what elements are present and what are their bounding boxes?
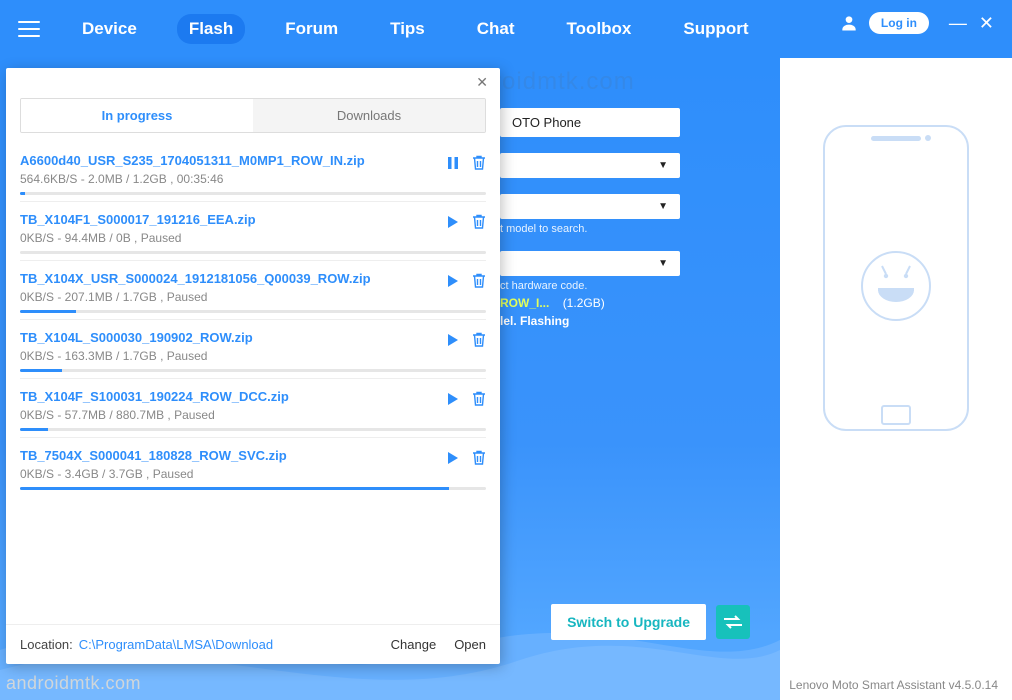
close-icon[interactable]: ✕ [472, 72, 492, 93]
download-status: 0KB/S - 94.4MB / 0B , Paused [20, 231, 486, 245]
download-progress-bar [20, 310, 486, 313]
download-item: TB_X104X_USR_S000024_1912181056_Q00039_R… [20, 261, 486, 320]
change-location-button[interactable]: Change [391, 637, 437, 652]
tab-in-progress[interactable]: In progress [21, 99, 253, 132]
download-file-name: TB_X104L_S000030_190902_ROW.zip [20, 330, 486, 345]
download-status: 0KB/S - 57.7MB / 880.7MB , Paused [20, 408, 486, 422]
pause-icon[interactable] [446, 156, 460, 170]
download-file-name: TB_X104F1_S000017_191216_EEA.zip [20, 212, 486, 227]
download-file-name: A6600d40_USR_S235_1704051311_M0MP1_ROW_I… [20, 153, 486, 168]
watermark-bottom: androidmtk.com [6, 673, 141, 694]
nav-tips[interactable]: Tips [378, 14, 437, 44]
hardware-hint: ct hardware code. [500, 280, 760, 292]
download-item: TB_X104F1_S000017_191216_EEA.zip 0KB/S - … [20, 202, 486, 261]
trash-icon[interactable] [472, 214, 486, 230]
app-version-label: Lenovo Moto Smart Assistant v4.5.0.14 [789, 678, 998, 692]
top-bar: Device Flash Forum Tips Chat Toolbox Sup… [0, 0, 1012, 58]
window-minimize-icon[interactable]: — [949, 14, 967, 32]
download-list: A6600d40_USR_S235_1704051311_M0MP1_ROW_I… [6, 143, 500, 624]
play-icon[interactable] [446, 274, 460, 288]
main-nav: Device Flash Forum Tips Chat Toolbox Sup… [70, 14, 761, 44]
downloads-tabs: In progress Downloads [20, 98, 486, 133]
trash-icon[interactable] [472, 273, 486, 289]
download-progress-bar [20, 428, 486, 431]
download-item: A6600d40_USR_S235_1704051311_M0MP1_ROW_I… [20, 143, 486, 202]
trash-icon[interactable] [472, 332, 486, 348]
download-status: 0KB/S - 207.1MB / 1.7GB , Paused [20, 290, 486, 304]
open-location-button[interactable]: Open [454, 637, 486, 652]
location-path: C:\ProgramData\LMSA\Download [79, 637, 373, 652]
download-progress-bar [20, 487, 486, 490]
model-select[interactable]: ▼ [500, 194, 680, 219]
device-panel: Lenovo Moto Smart Assistant v4.5.0.14 [780, 58, 1012, 700]
download-status: 0KB/S - 3.4GB / 3.7GB , Paused [20, 467, 486, 481]
trash-icon[interactable] [472, 450, 486, 466]
download-file-name: TB_7504X_S000041_180828_ROW_SVC.zip [20, 448, 486, 463]
flash-form-partial: OTO Phone ▼ ▼ t model to search. ▼ ct ha… [500, 108, 760, 344]
tab-downloads[interactable]: Downloads [253, 99, 485, 132]
downloads-panel: ✕ In progress Downloads A6600d40_USR_S23… [6, 68, 500, 664]
nav-support[interactable]: Support [671, 14, 760, 44]
nav-forum[interactable]: Forum [273, 14, 350, 44]
chevron-down-icon: ▼ [658, 201, 668, 212]
hardware-select[interactable]: ▼ [500, 251, 680, 276]
play-icon[interactable] [446, 215, 460, 229]
chevron-down-icon: ▼ [658, 160, 668, 171]
download-status: 564.6KB/S - 2.0MB / 1.2GB , 00:35:46 [20, 172, 486, 186]
window-close-icon[interactable]: ✕ [979, 14, 994, 32]
phone-brand-value: OTO Phone [512, 115, 581, 130]
firmware-size: (1.2GB) [563, 296, 605, 310]
download-progress-bar [20, 251, 486, 254]
nav-chat[interactable]: Chat [465, 14, 527, 44]
login-button[interactable]: Log in [869, 12, 929, 34]
user-icon[interactable] [839, 13, 859, 33]
series-select[interactable]: ▼ [500, 153, 680, 178]
download-item: TB_X104F_S100031_190224_ROW_DCC.zip 0KB/S… [20, 379, 486, 438]
menu-icon[interactable] [18, 21, 40, 37]
firmware-status: lel. Flashing [500, 314, 760, 328]
play-icon[interactable] [446, 451, 460, 465]
download-file-name: TB_X104F_S100031_190224_ROW_DCC.zip [20, 389, 486, 404]
download-item: TB_7504X_S000041_180828_ROW_SVC.zip 0KB/S… [20, 438, 486, 496]
location-label: Location: [20, 637, 73, 652]
chevron-down-icon: ▼ [658, 258, 668, 269]
phone-brand-select[interactable]: OTO Phone [500, 108, 680, 137]
firmware-name: ROW_I... [500, 296, 549, 310]
play-icon[interactable] [446, 392, 460, 406]
downloads-footer: Location: C:\ProgramData\LMSA\Download C… [6, 624, 500, 664]
nav-flash[interactable]: Flash [177, 14, 245, 44]
download-progress-bar [20, 369, 486, 372]
play-icon[interactable] [446, 333, 460, 347]
download-progress-bar [20, 192, 486, 195]
download-item: TB_X104L_S000030_190902_ROW.zip 0KB/S - 1… [20, 320, 486, 379]
model-hint: t model to search. [500, 223, 760, 235]
download-status: 0KB/S - 163.3MB / 1.7GB , Paused [20, 349, 486, 363]
trash-icon[interactable] [472, 155, 486, 171]
phone-outline-illustration [816, 118, 976, 438]
nav-device[interactable]: Device [70, 14, 149, 44]
trash-icon[interactable] [472, 391, 486, 407]
nav-toolbox[interactable]: Toolbox [555, 14, 644, 44]
download-file-name: TB_X104X_USR_S000024_1912181056_Q00039_R… [20, 271, 486, 286]
